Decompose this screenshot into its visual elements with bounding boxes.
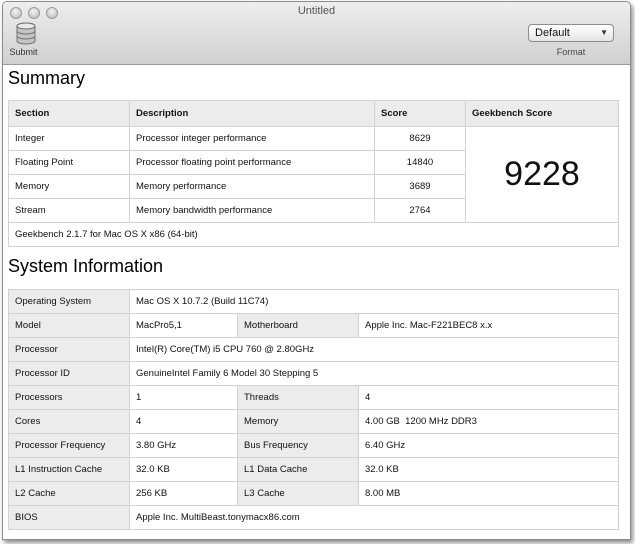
format-label: Format <box>556 47 586 57</box>
table-row: L2 Cache 256 KB L3 Cache 8.00 MB <box>8 481 620 506</box>
table-row: BIOS Apple Inc. MultiBeast.tonymacx86.co… <box>8 505 620 530</box>
format-value: Default <box>535 27 570 39</box>
column-header: Score <box>374 100 466 127</box>
format-dropdown[interactable]: Default ▼ <box>528 24 614 42</box>
l1-instruction-cache-value: 32.0 KB <box>129 457 238 482</box>
processor-frequency-value: 3.80 GHz <box>129 433 238 458</box>
processors-label: Processors <box>8 385 130 410</box>
column-header: Section <box>8 100 130 127</box>
os-label: Operating System <box>8 289 130 314</box>
system-info-heading: System Information <box>8 256 164 276</box>
title-bar: Untitled Submit Default ▼ Format <box>3 2 630 65</box>
score-cell: 2764 <box>374 198 466 223</box>
table-row: Processor Intel(R) Core(TM) i5 CPU 760 @… <box>8 337 620 362</box>
l3-cache-label: L3 Cache <box>237 481 359 506</box>
l1-data-cache-value: 32.0 KB <box>357 457 620 482</box>
submit-button[interactable]: Submit <box>7 22 47 60</box>
l2-cache-label: L2 Cache <box>8 481 130 506</box>
system-info-table: Operating System Mac OS X 10.7.2 (Build … <box>8 289 620 530</box>
section-cell: Memory <box>8 174 130 199</box>
processor-id-label: Processor ID <box>8 361 130 386</box>
description-cell: Memory bandwidth performance <box>129 198 375 223</box>
bus-frequency-label: Bus Frequency <box>237 433 359 458</box>
section-cell: Floating Point <box>8 150 130 175</box>
score-cell: 8629 <box>374 126 466 151</box>
description-cell: Processor integer performance <box>129 126 375 151</box>
app-window: Untitled Submit Default ▼ Format Summary… <box>2 1 631 540</box>
summary-footer-row: Geekbench 2.1.7 for Mac OS X x86 (64-bit… <box>8 222 619 247</box>
table-row: Processors 1 Threads 4 <box>8 385 620 410</box>
score-cell: 14840 <box>374 150 466 175</box>
table-row: Cores 4 Memory 4.00 GB 1200 MHz DDR3 <box>8 409 620 434</box>
table-row: L1 Instruction Cache 32.0 KB L1 Data Cac… <box>8 457 620 482</box>
processor-frequency-label: Processor Frequency <box>8 433 130 458</box>
motherboard-label: Motherboard <box>237 313 359 338</box>
processors-value: 1 <box>129 385 238 410</box>
memory-value: 4.00 GB 1200 MHz DDR3 <box>357 409 620 434</box>
table-row: Processor Frequency 3.80 GHz Bus Frequen… <box>8 433 620 458</box>
section-cell: Stream <box>8 198 130 223</box>
column-header: Geekbench Score <box>465 100 619 127</box>
motherboard-value: Apple Inc. Mac-F221BEC8 x.x <box>357 313 620 338</box>
processor-id-value: GenuineIntel Family 6 Model 30 Stepping … <box>128 361 620 386</box>
table-row: Integer Processor integer performance 86… <box>8 126 619 223</box>
table-row: Operating System Mac OS X 10.7.2 (Build … <box>8 289 620 314</box>
window-title: Untitled <box>297 5 336 17</box>
l1-instruction-cache-label: L1 Instruction Cache <box>8 457 130 482</box>
column-header: Description <box>129 100 375 127</box>
version-info: Geekbench 2.1.7 for Mac OS X x86 (64-bit… <box>8 222 619 247</box>
score-cell: 3689 <box>374 174 466 199</box>
summary-header-row: Section Description Score Geekbench Scor… <box>8 100 619 127</box>
table-row: Processor ID GenuineIntel Family 6 Model… <box>8 361 620 386</box>
processor-label: Processor <box>8 337 130 362</box>
dropdown-arrow-icon: ▼ <box>600 28 608 37</box>
memory-label: Memory <box>237 409 359 434</box>
l2-cache-value: 256 KB <box>129 481 238 506</box>
section-cell: Integer <box>8 126 130 151</box>
submit-label: Submit <box>9 47 38 57</box>
cores-value: 4 <box>129 409 238 434</box>
threads-label: Threads <box>237 385 359 410</box>
cores-label: Cores <box>8 409 130 434</box>
processor-value: Intel(R) Core(TM) i5 CPU 760 @ 2.80GHz <box>128 337 620 362</box>
summary-table: Section Description Score Geekbench Scor… <box>8 100 619 247</box>
l3-cache-value: 8.00 MB <box>357 481 620 506</box>
threads-value: 4 <box>357 385 620 410</box>
database-icon <box>16 22 36 45</box>
model-label: Model <box>8 313 130 338</box>
bios-value: Apple Inc. MultiBeast.tonymacx86.com <box>128 505 620 530</box>
bios-label: BIOS <box>8 505 130 530</box>
geekbench-score: 9228 <box>465 126 619 223</box>
os-value: Mac OS X 10.7.2 (Build 11C74) <box>128 289 620 314</box>
report-content: Summary Section Description Score Geekbe… <box>3 65 630 539</box>
bus-frequency-value: 6.40 GHz <box>357 433 620 458</box>
summary-heading: Summary <box>8 68 86 88</box>
description-cell: Processor floating point performance <box>129 150 375 175</box>
table-row: Model MacPro5,1 Motherboard Apple Inc. M… <box>8 313 620 338</box>
description-cell: Memory performance <box>129 174 375 199</box>
l1-data-cache-label: L1 Data Cache <box>237 457 359 482</box>
model-value: MacPro5,1 <box>129 313 238 338</box>
